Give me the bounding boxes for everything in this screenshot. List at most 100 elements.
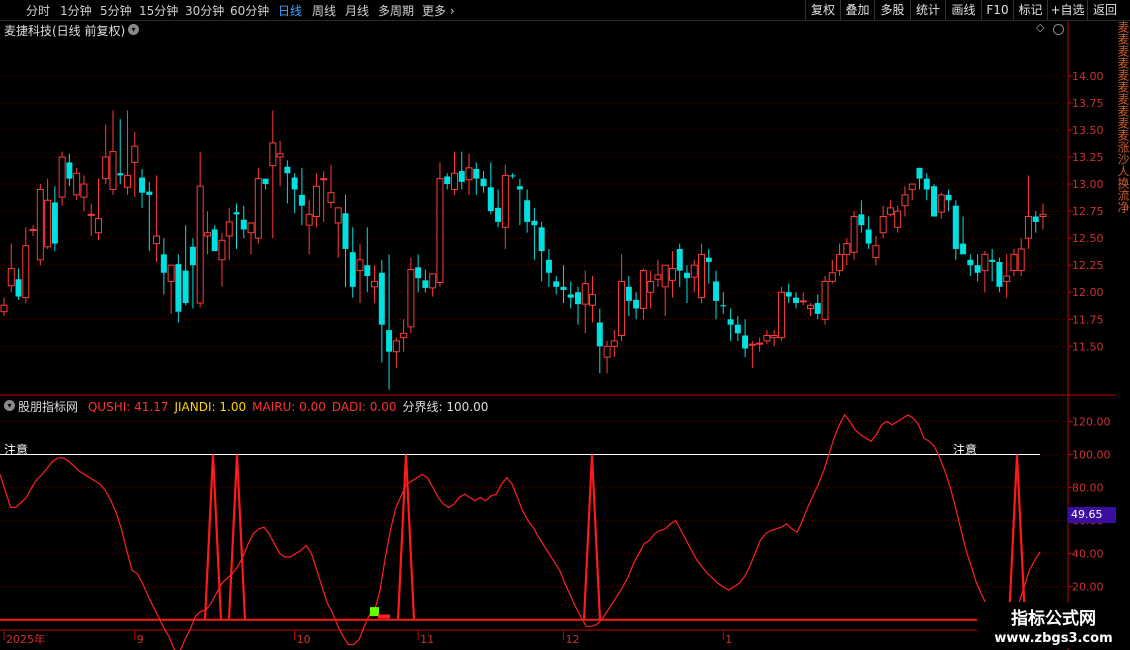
candle-body <box>153 235 161 245</box>
candle-body <box>952 205 959 249</box>
candle-body <box>196 185 204 304</box>
candle-body <box>901 194 909 207</box>
candle-body <box>51 202 58 244</box>
candle-body <box>967 259 974 266</box>
candle-body <box>356 259 364 272</box>
candle-body <box>1039 213 1047 218</box>
candle-body <box>1032 216 1039 222</box>
candle-body <box>589 293 597 306</box>
candle-body <box>633 299 640 309</box>
candle-body <box>480 178 487 187</box>
note-label-left: 注意 <box>4 443 29 457</box>
candle-body <box>872 245 880 259</box>
candle-body <box>495 207 502 222</box>
candle-body <box>713 281 720 301</box>
candle-body <box>109 151 117 190</box>
candle-body <box>603 345 611 358</box>
candle-body <box>858 214 865 226</box>
ind-tick-label: 20.00 <box>1072 581 1104 594</box>
candle-body <box>182 270 189 304</box>
candle-body <box>444 176 451 185</box>
candle-body <box>879 216 887 234</box>
candle-body <box>777 291 785 339</box>
candle-body <box>371 280 379 288</box>
candle-body <box>501 174 509 228</box>
note-label-right: 注意 <box>953 443 978 457</box>
main-tick-label: 12.00 <box>1072 286 1104 299</box>
candle-body <box>916 167 923 179</box>
candle-body <box>531 220 538 226</box>
candle-body <box>690 264 698 278</box>
right-info-strip: 麦麦麦麦麦麦麦麦麦麦涨沙人换流净 <box>1116 21 1130 650</box>
candle-body <box>269 142 277 167</box>
candle-body <box>770 335 778 339</box>
candle-body <box>727 319 734 325</box>
candle-body <box>66 162 73 179</box>
candle-body <box>247 222 255 234</box>
candle-body <box>320 178 328 181</box>
candle-body <box>742 335 749 349</box>
candle-body <box>349 252 356 287</box>
candle-body <box>0 304 8 313</box>
current-value-tag: 49.65 <box>1068 507 1116 523</box>
chart-canvas[interactable]: 11.50 11.75 12.00 12.25 12.50 12.75 13.00 13.25… <box>0 0 1130 650</box>
candle-body <box>908 183 916 190</box>
candle-body <box>821 280 829 320</box>
candle-body <box>487 187 494 212</box>
indicator-label-1: JIANDI: 1.00 <box>174 400 247 414</box>
signal-spike <box>203 454 223 620</box>
candle-body <box>1010 253 1018 272</box>
candle-body <box>298 194 305 206</box>
candle-body <box>407 269 415 328</box>
candle-body <box>415 267 422 279</box>
candle-body <box>748 343 756 346</box>
time-tick-label: 12 <box>565 633 579 646</box>
candle-body <box>400 332 408 339</box>
candle-body <box>254 178 262 239</box>
candle-body <box>189 246 196 266</box>
candle-body <box>1003 275 1011 282</box>
candle-body <box>799 300 807 303</box>
indicator-dropdown-icon[interactable]: ▾ <box>4 400 15 411</box>
candle-body <box>73 172 81 196</box>
candle-body <box>894 210 902 228</box>
candle-body <box>240 219 247 230</box>
candle-body <box>218 239 226 261</box>
candle-body <box>596 322 603 347</box>
candle-body <box>516 186 523 190</box>
candle-body <box>625 286 632 301</box>
candle-body <box>618 280 626 336</box>
candle-body <box>450 172 458 190</box>
candle-body <box>560 286 567 291</box>
candle-body <box>806 304 814 309</box>
candle-body <box>610 340 618 347</box>
candle-body <box>836 253 844 272</box>
candle-body <box>734 324 741 334</box>
candle-body <box>974 265 981 273</box>
candle-body <box>392 340 400 353</box>
main-tick-label: 11.50 <box>1072 340 1104 353</box>
candle-body <box>284 166 291 174</box>
candle-body <box>262 178 269 185</box>
candle-body <box>233 212 240 215</box>
candle-body <box>843 243 851 255</box>
signal-spike <box>582 454 602 620</box>
candle-body <box>334 207 342 224</box>
candle-body <box>364 265 371 276</box>
candle-body <box>429 273 437 289</box>
signal-spike <box>227 454 247 620</box>
candle-body <box>698 253 706 299</box>
candle-body <box>422 280 429 288</box>
qushi-line <box>0 413 1041 650</box>
candle-body <box>524 200 531 222</box>
candle-body <box>117 173 124 176</box>
ind-tick-label: 120.00 <box>1072 416 1111 429</box>
indicator-label-2: MAIRU: 0.00 <box>252 400 326 414</box>
candle-body <box>203 232 211 237</box>
candle-body <box>945 194 952 201</box>
candle-body <box>960 243 967 255</box>
candle-body <box>436 178 444 283</box>
candle-body <box>80 183 88 198</box>
main-tick-label: 12.25 <box>1072 259 1104 272</box>
indicator-name: 股朋指标网 <box>18 400 79 414</box>
